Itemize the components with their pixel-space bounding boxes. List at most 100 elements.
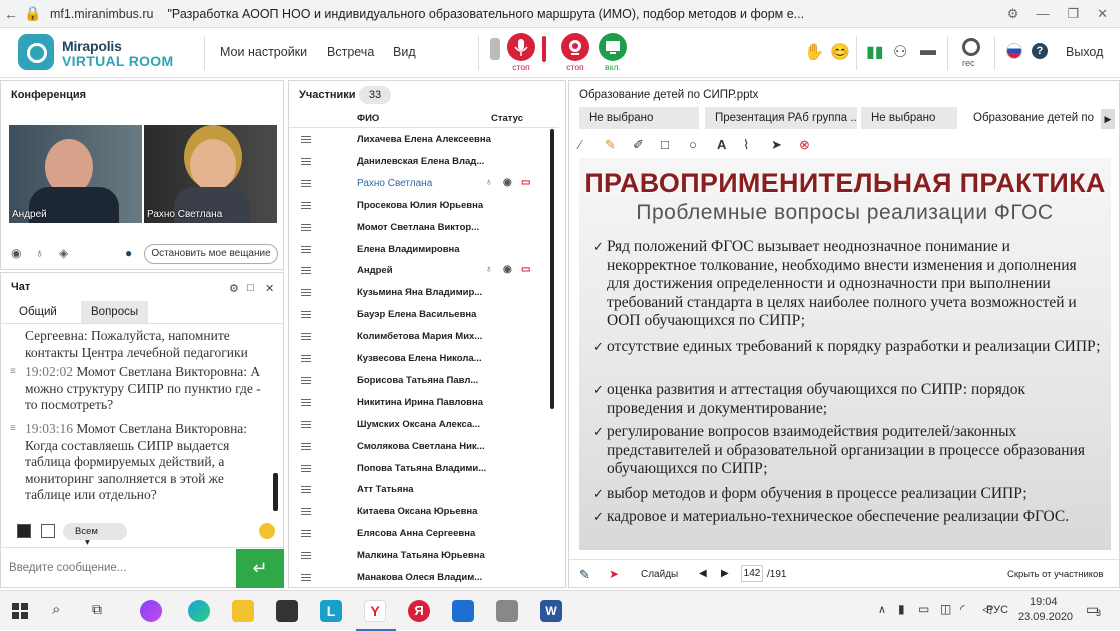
- stop-broadcast-button[interactable]: Остановить мое вещание: [144, 244, 278, 264]
- participant-row[interactable]: Момот Светлана Виктор...: [289, 217, 547, 239]
- mic-stop-button[interactable]: [507, 33, 535, 61]
- marker-icon[interactable]: ✎: [605, 137, 616, 153]
- text-color-icon[interactable]: [17, 524, 31, 538]
- video-tile[interactable]: Рахно Светлана: [144, 125, 277, 223]
- drag-handle-icon[interactable]: [301, 530, 311, 538]
- menu-meeting[interactable]: Встреча: [327, 45, 374, 59]
- participant-row[interactable]: Манакова Олеся Владим...: [289, 567, 547, 589]
- pointer-icon[interactable]: ➤: [771, 137, 782, 153]
- drag-handle-icon[interactable]: [301, 574, 311, 581]
- popout-icon[interactable]: □: [247, 282, 254, 294]
- participant-row[interactable]: Шумских Оксана Алекса...: [289, 414, 547, 436]
- settings-icon[interactable]: ⚙: [1007, 6, 1019, 22]
- participant-row[interactable]: Лихачева Елена Алексеевна: [289, 129, 547, 151]
- emoji-icon[interactable]: [259, 523, 275, 539]
- drag-handle-icon[interactable]: [301, 179, 311, 187]
- camera-stop-button[interactable]: [561, 33, 589, 61]
- task-view-icon[interactable]: ⧉: [92, 601, 102, 618]
- exit-button[interactable]: Выход: [1066, 45, 1103, 59]
- record-icon[interactable]: [962, 38, 980, 56]
- video-tile[interactable]: Андрей: [9, 125, 142, 223]
- close-icon[interactable]: ✕: [265, 282, 274, 295]
- mic-volume-icon[interactable]: [490, 38, 500, 60]
- gear-icon[interactable]: ⚙: [229, 282, 239, 295]
- drag-handle-icon[interactable]: [301, 136, 311, 143]
- laser-pointer-icon[interactable]: ➤: [609, 567, 619, 581]
- alice-icon[interactable]: [140, 600, 162, 622]
- lock-icon[interactable]: 🔒: [22, 5, 44, 22]
- ellipse-icon[interactable]: ○: [689, 137, 697, 152]
- webcam-icon[interactable]: ◉: [11, 246, 21, 260]
- url-text[interactable]: mf1.miranimbus.ru: [50, 7, 154, 21]
- next-slide-icon[interactable]: ▶: [721, 568, 729, 579]
- message-input[interactable]: [9, 553, 229, 583]
- clock-time[interactable]: 19:04: [1030, 596, 1058, 608]
- participant-row[interactable]: Китаева Оксана Юрьевна: [289, 501, 547, 523]
- drag-handle-icon[interactable]: [301, 420, 311, 428]
- drag-handle-icon[interactable]: [301, 289, 311, 297]
- participants-scrollbar[interactable]: [550, 129, 554, 409]
- emoji-icon[interactable]: 😊: [830, 42, 850, 62]
- yandex-icon[interactable]: Y: [364, 600, 386, 622]
- store-icon[interactable]: [276, 600, 298, 622]
- bg-color-icon[interactable]: [41, 524, 55, 538]
- word-icon[interactable]: W: [540, 600, 562, 622]
- drag-handle-icon[interactable]: [301, 552, 311, 560]
- brush-icon[interactable]: ⌇: [743, 137, 749, 153]
- menu-my-settings[interactable]: Мои настройки: [220, 45, 307, 59]
- clear-icon[interactable]: ⊗: [799, 137, 810, 153]
- edge-icon[interactable]: [188, 600, 210, 622]
- message-menu-icon[interactable]: ≡: [10, 423, 16, 434]
- participant-row[interactable]: Попова Татьяна Владими...: [289, 458, 547, 480]
- drag-handle-icon[interactable]: [301, 486, 311, 494]
- prev-slide-icon[interactable]: ◀: [699, 568, 707, 579]
- yandex-browser-icon[interactable]: Я: [408, 600, 430, 622]
- drag-handle-icon[interactable]: [301, 245, 311, 253]
- participant-row[interactable]: Данилевская Елена Влад...: [289, 151, 547, 173]
- participant-row[interactable]: Борисова Татьяна Павл...: [289, 370, 547, 392]
- participant-row[interactable]: Кузьмина Яна Владимир...: [289, 282, 547, 304]
- drag-handle-icon[interactable]: [301, 267, 311, 275]
- pen-icon[interactable]: ∕: [579, 137, 581, 152]
- minimize-icon[interactable]: —: [1036, 6, 1049, 22]
- speaker-icon[interactable]: ◈: [59, 246, 68, 260]
- tab-not-selected-2[interactable]: Не выбрано: [861, 107, 957, 129]
- drag-handle-icon[interactable]: [301, 398, 311, 406]
- drag-handle-icon[interactable]: [301, 464, 311, 472]
- tab-presentation-rab[interactable]: Презентация РАб группа ...: [705, 107, 857, 129]
- participant-row[interactable]: Просекова Юлия Юрьевна: [289, 195, 547, 217]
- menu-view[interactable]: Вид: [393, 45, 416, 59]
- text-icon[interactable]: A: [717, 137, 726, 152]
- participant-row[interactable]: Колимбетова Мария Мих...: [289, 326, 547, 348]
- raise-hand-icon[interactable]: ✋: [804, 42, 824, 62]
- hide-from-participants-button[interactable]: Скрыть от участников: [1007, 569, 1103, 580]
- drag-handle-icon[interactable]: [301, 333, 311, 341]
- message-menu-icon[interactable]: ≡: [10, 366, 16, 377]
- participant-row[interactable]: Бауэр Елена Васильевна: [289, 304, 547, 326]
- clock-date[interactable]: 23.09.2020: [1018, 611, 1073, 623]
- language-flag-icon[interactable]: [1006, 43, 1022, 59]
- participant-row[interactable]: Никитина Ирина Павловна: [289, 392, 547, 414]
- tab-questions[interactable]: Вопросы: [81, 301, 149, 323]
- pencil-icon[interactable]: ✐: [633, 137, 644, 153]
- tray-mic-icon[interactable]: ▮: [898, 602, 905, 616]
- slides-button[interactable]: Слайды: [641, 569, 678, 580]
- screen-share-button[interactable]: [599, 33, 627, 61]
- wifi-icon[interactable]: ◜: [960, 602, 965, 616]
- lingualeo-icon[interactable]: L: [320, 600, 342, 622]
- search-icon[interactable]: ⌕: [52, 601, 60, 618]
- recipient-select[interactable]: Всем ▾: [63, 523, 127, 548]
- tab-education-sipr[interactable]: Образование детей по: [963, 107, 1099, 129]
- chat-scrollbar[interactable]: [273, 473, 278, 511]
- participant-row[interactable]: Елена Владимировна: [289, 239, 547, 261]
- participant-row[interactable]: Андрей ♁ ◉ ▭: [289, 260, 547, 282]
- drag-handle-icon[interactable]: [301, 376, 311, 384]
- back-icon[interactable]: ←: [0, 6, 22, 22]
- volume-slider[interactable]: [542, 36, 546, 62]
- stats-icon[interactable]: ▮▮: [866, 42, 884, 62]
- tabs-next-icon[interactable]: ▶: [1101, 109, 1115, 129]
- drag-handle-icon[interactable]: [301, 442, 311, 450]
- drag-handle-icon[interactable]: [301, 355, 311, 362]
- tab-not-selected[interactable]: Не выбрано: [579, 107, 699, 129]
- battery-icon[interactable]: ▭: [918, 602, 929, 616]
